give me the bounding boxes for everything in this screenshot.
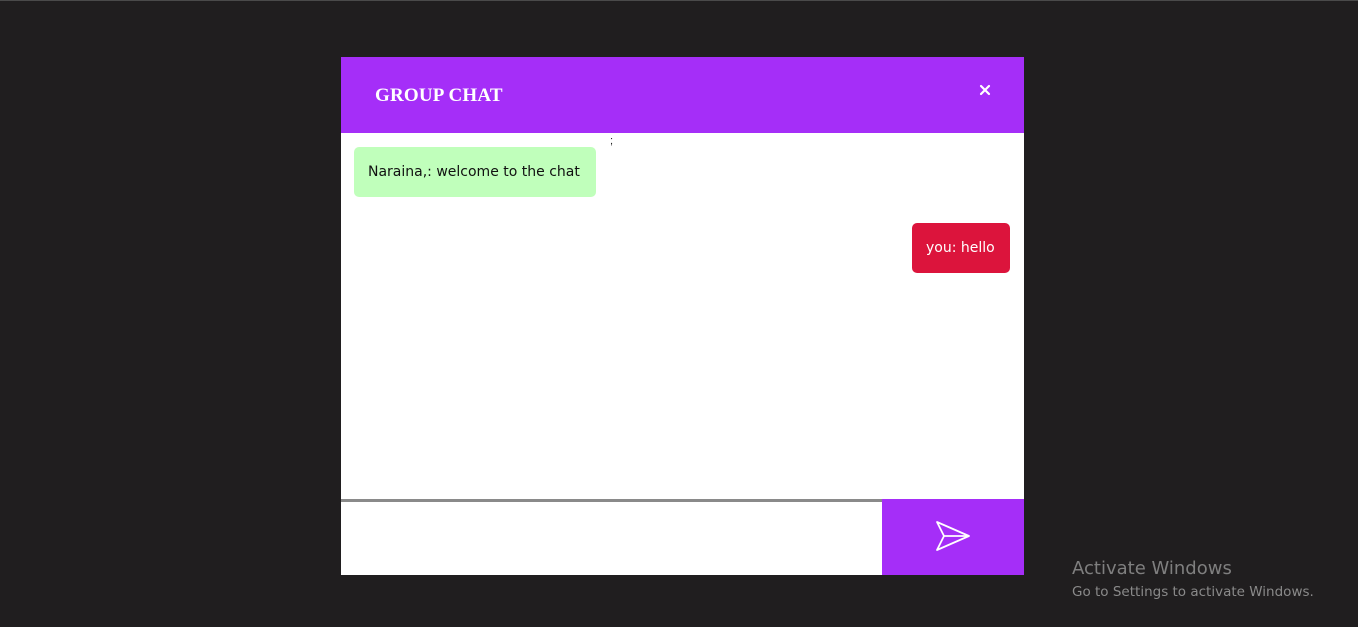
message-composer bbox=[341, 499, 1024, 575]
screen-top-border bbox=[0, 0, 1358, 1]
send-icon bbox=[936, 521, 970, 551]
message-bubble-outgoing: you: hello bbox=[912, 223, 1010, 273]
chat-header: GROUP CHAT bbox=[341, 57, 1024, 133]
stray-text: ; bbox=[610, 135, 614, 147]
message-input[interactable] bbox=[341, 499, 882, 575]
watermark-subtitle: Go to Settings to activate Windows. bbox=[1072, 584, 1314, 600]
message-bubble-incoming: Naraina,: welcome to the chat bbox=[354, 147, 596, 197]
message-list: ; Naraina,: welcome to the chat you: hel… bbox=[341, 133, 1024, 499]
close-icon[interactable] bbox=[978, 83, 992, 97]
chat-window: GROUP CHAT ; Naraina,: welcome to the ch… bbox=[341, 57, 1024, 575]
watermark-title: Activate Windows bbox=[1072, 558, 1232, 579]
send-button[interactable] bbox=[882, 499, 1024, 575]
chat-title: GROUP CHAT bbox=[375, 85, 503, 106]
windows-activation-watermark: Activate Windows Go to Settings to activ… bbox=[1072, 558, 1314, 603]
